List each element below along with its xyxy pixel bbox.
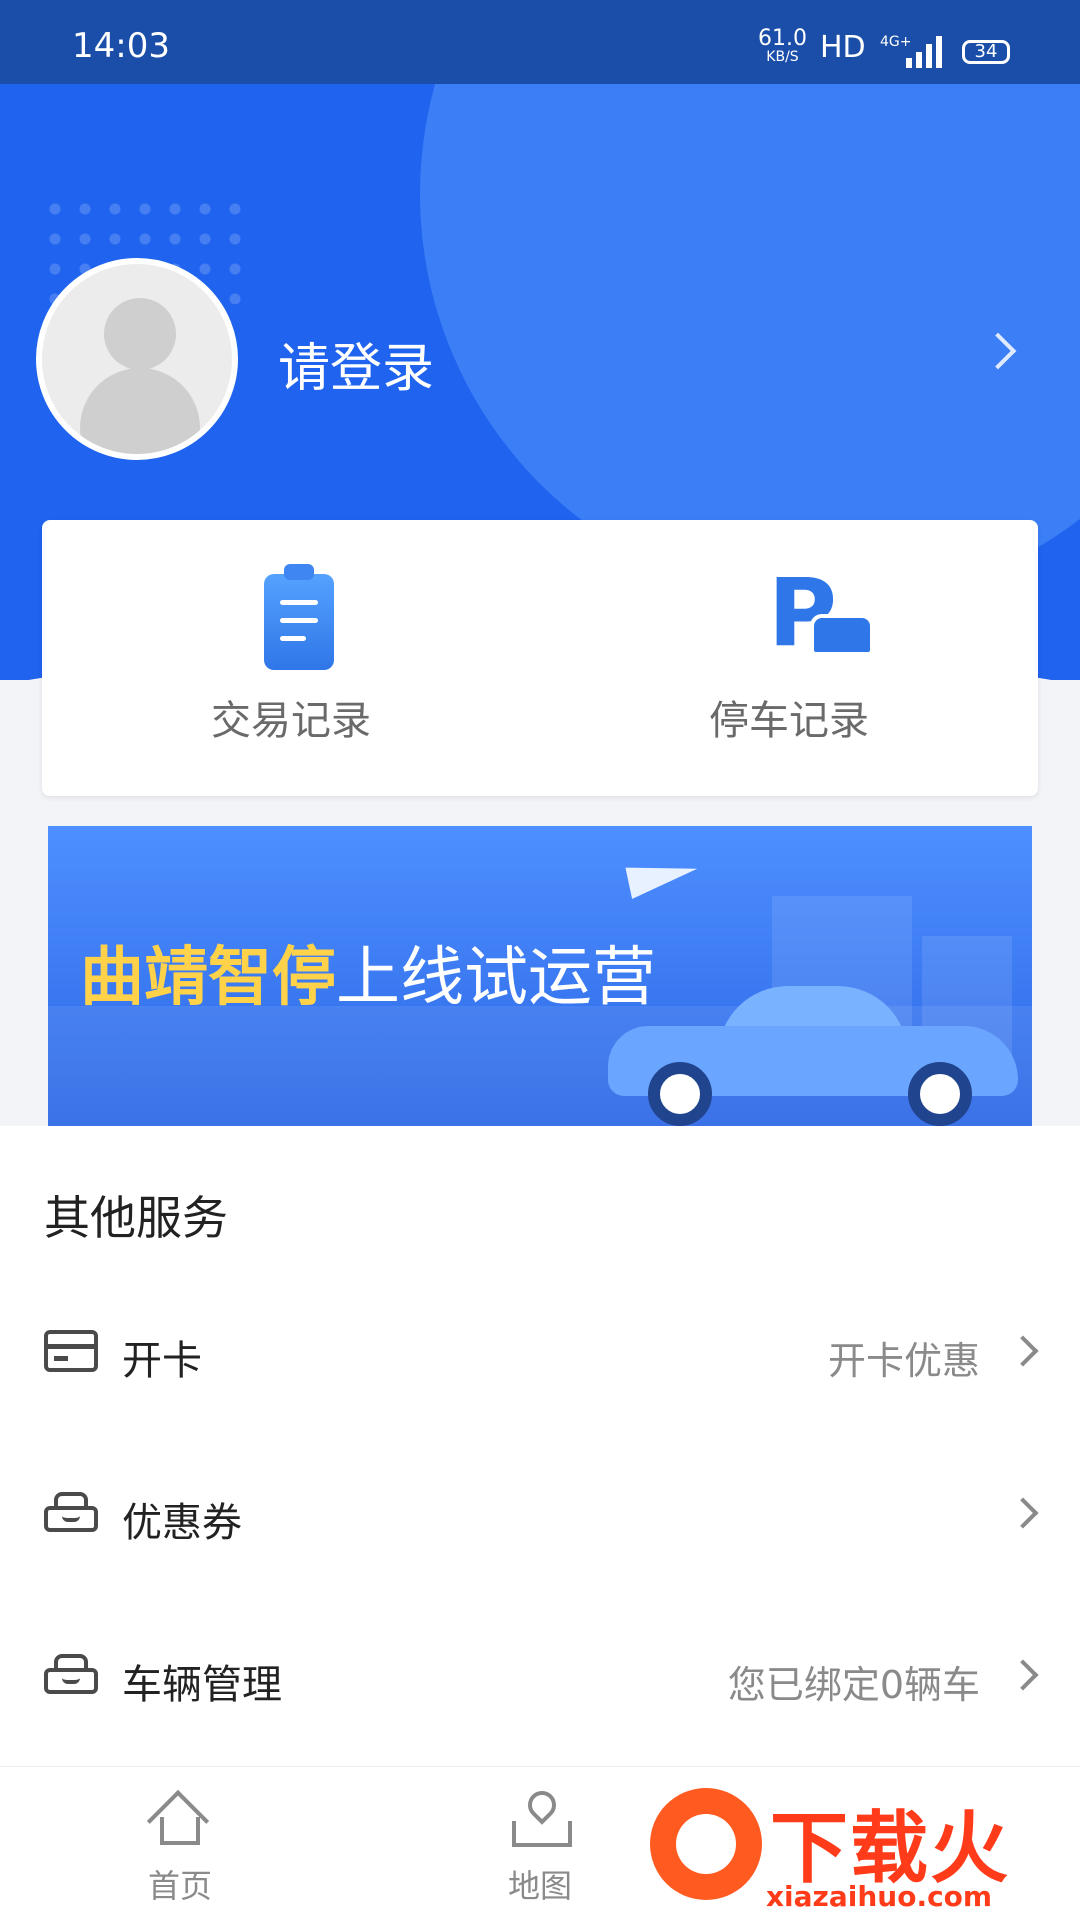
- tab-map-label: 地图: [507, 1867, 572, 1905]
- watermark-logo: 下载火 xiazaihuo.com: [640, 1776, 1080, 1920]
- avatar-body: [80, 368, 200, 454]
- watermark-url: xiazaihuo.com: [766, 1880, 993, 1913]
- banner-title-highlight: 曲靖智停: [80, 941, 336, 1015]
- tab-home-label: 首页: [147, 1867, 212, 1905]
- service-coupons[interactable]: 优惠券: [0, 1454, 1080, 1574]
- service-value: 开卡优惠: [827, 1339, 980, 1383]
- service-open-card[interactable]: 开卡 开卡优惠: [0, 1292, 1080, 1412]
- transaction-records-label: 交易记录: [211, 698, 371, 744]
- car-icon: [44, 1492, 98, 1534]
- parking-icon: P: [768, 564, 874, 668]
- status-time: 14:03: [72, 26, 170, 66]
- service-label: 车辆管理: [122, 1662, 282, 1708]
- car-illustration: [608, 986, 1018, 1126]
- promo-banner[interactable]: 曲靖智停上线试运营: [48, 826, 1032, 1126]
- records-card: 交易记录 P 停车记录: [42, 520, 1038, 796]
- signal-strength-icon: [906, 34, 946, 68]
- section-title: 其他服务: [44, 1191, 228, 1245]
- card-icon: [44, 1330, 98, 1372]
- service-label: 优惠券: [122, 1500, 242, 1546]
- car-icon: [44, 1654, 98, 1696]
- tab-home[interactable]: 首页: [80, 1767, 280, 1921]
- chevron-right-icon: [1007, 1497, 1039, 1529]
- paper-plane-icon: [625, 853, 701, 899]
- hd-indicator: HD: [820, 30, 866, 65]
- map-icon: [512, 1785, 572, 1851]
- home-icon: [146, 1789, 210, 1853]
- other-services-section: 其他服务 开卡 开卡优惠 优惠券 车辆管理 您已绑定0辆车: [0, 1126, 1080, 1766]
- network-speed: 61.0 KB/S: [758, 28, 807, 66]
- banner-title: 曲靖智停上线试运营: [80, 926, 656, 1018]
- chevron-right-icon: [1007, 1659, 1039, 1691]
- service-value: 您已绑定0辆车: [727, 1663, 980, 1707]
- status-bar: 14:03 61.0 KB/S HD 4G+ 34: [0, 0, 1080, 84]
- parking-records-label: 停车记录: [709, 698, 869, 744]
- login-prompt[interactable]: 请登录: [278, 326, 434, 401]
- transaction-records-button[interactable]: 交易记录: [42, 520, 540, 796]
- avatar[interactable]: [36, 258, 238, 460]
- document-icon: [264, 564, 334, 670]
- parking-records-button[interactable]: P 停车记录: [540, 520, 1038, 796]
- service-vehicle-management[interactable]: 车辆管理 您已绑定0辆车: [0, 1616, 1080, 1736]
- avatar-head: [104, 298, 176, 370]
- service-label: 开卡: [122, 1338, 202, 1384]
- battery-icon: 34: [962, 40, 1010, 64]
- chevron-right-icon: [1007, 1335, 1039, 1367]
- tab-map[interactable]: 地图: [440, 1767, 640, 1921]
